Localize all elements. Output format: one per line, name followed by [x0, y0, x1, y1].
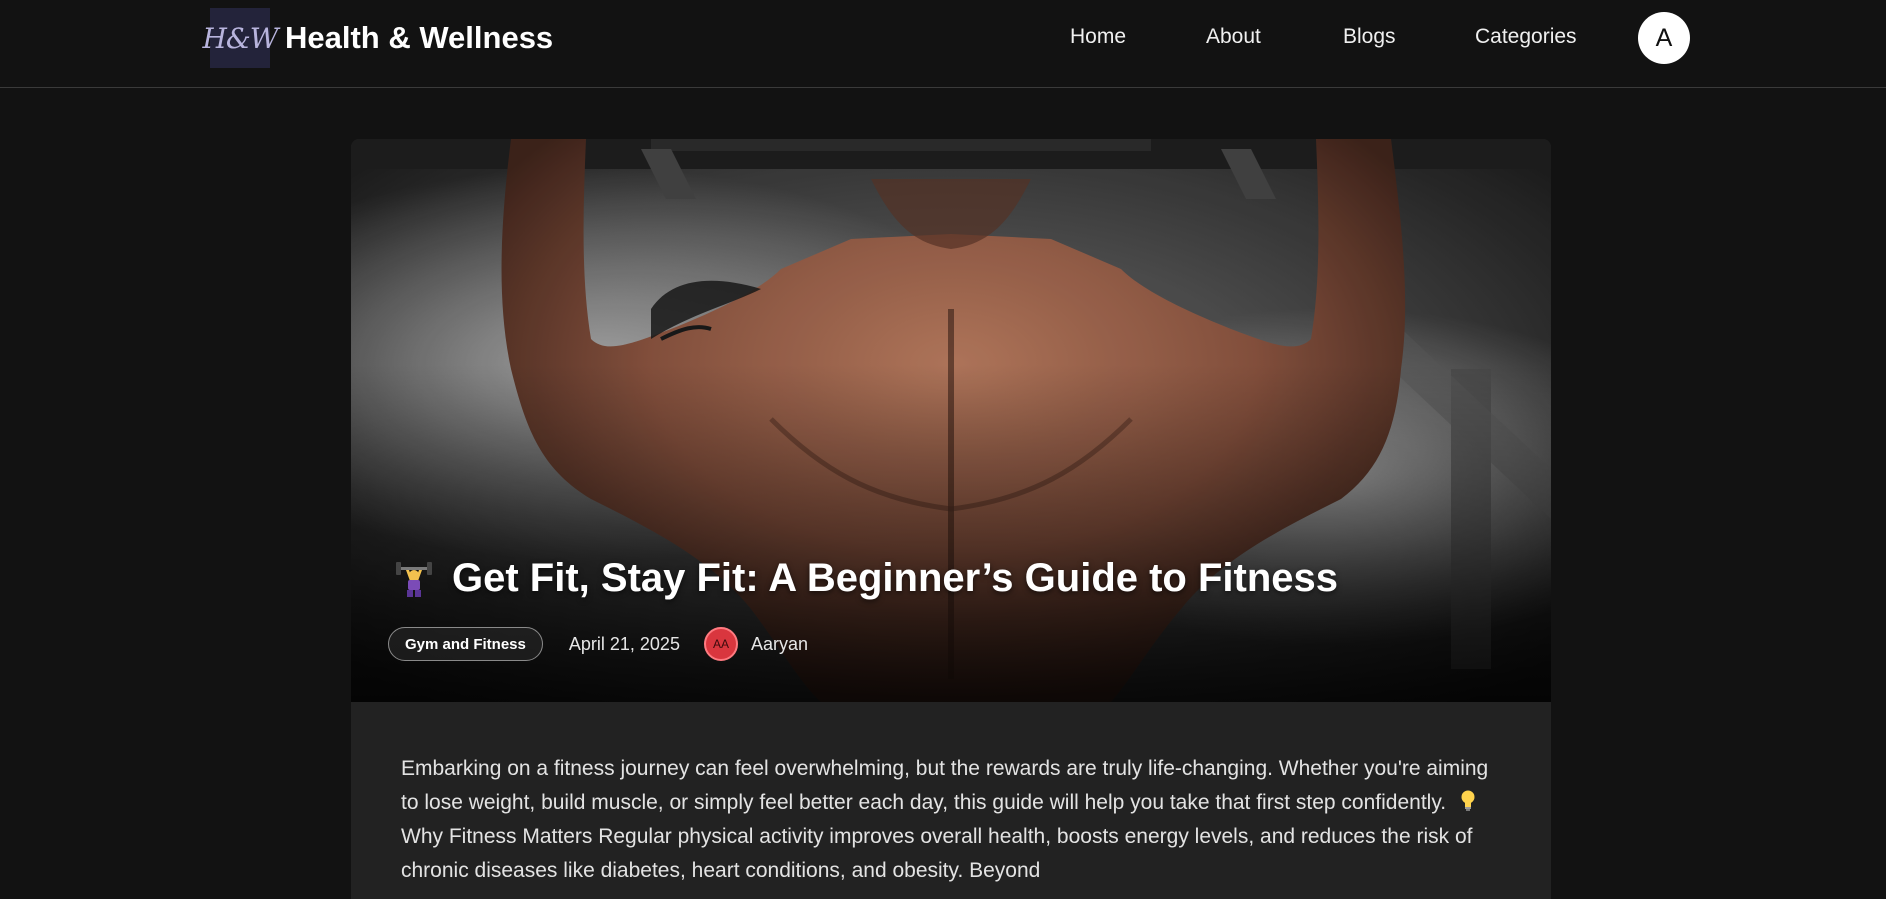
- body-text-part2: Why Fitness Matters Regular physical act…: [401, 825, 1473, 882]
- nav-home[interactable]: Home: [1070, 25, 1126, 49]
- post-body: Embarking on a fitness journey can feel …: [401, 752, 1511, 888]
- nav-blogs[interactable]: Blogs: [1343, 25, 1396, 49]
- top-navbar: H&W Health & Wellness Home About Blogs C…: [0, 0, 1886, 88]
- brand[interactable]: H&W Health & Wellness: [202, 8, 553, 68]
- post-title-row: Get Fit, Stay Fit: A Beginner’s Guide to…: [394, 556, 1338, 601]
- post-meta: Gym and Fitness April 21, 2025 AA Aaryan: [388, 627, 808, 661]
- weightlifter-emoji-icon: [394, 559, 434, 599]
- blog-post-card: Get Fit, Stay Fit: A Beginner’s Guide to…: [351, 139, 1551, 899]
- site-title[interactable]: Health & Wellness: [285, 20, 553, 56]
- site-logo[interactable]: H&W: [202, 8, 279, 68]
- post-body-paragraph: Embarking on a fitness journey can feel …: [401, 752, 1511, 888]
- user-avatar-button[interactable]: A: [1638, 12, 1690, 64]
- body-text-part1: Embarking on a fitness journey can feel …: [401, 757, 1489, 814]
- category-tag[interactable]: Gym and Fitness: [388, 627, 543, 661]
- author-avatar: AA: [703, 627, 738, 661]
- hero-image: Get Fit, Stay Fit: A Beginner’s Guide to…: [351, 139, 1551, 702]
- author-name: Aaryan: [750, 633, 808, 654]
- nav-categories[interactable]: Categories: [1475, 25, 1577, 49]
- post-title: Get Fit, Stay Fit: A Beginner’s Guide to…: [452, 556, 1339, 600]
- post-date: April 21, 2025: [568, 633, 680, 654]
- lightbulb-icon: [1460, 786, 1476, 820]
- hero-gradient-overlay: [351, 139, 1551, 702]
- nav-about[interactable]: About: [1206, 25, 1261, 49]
